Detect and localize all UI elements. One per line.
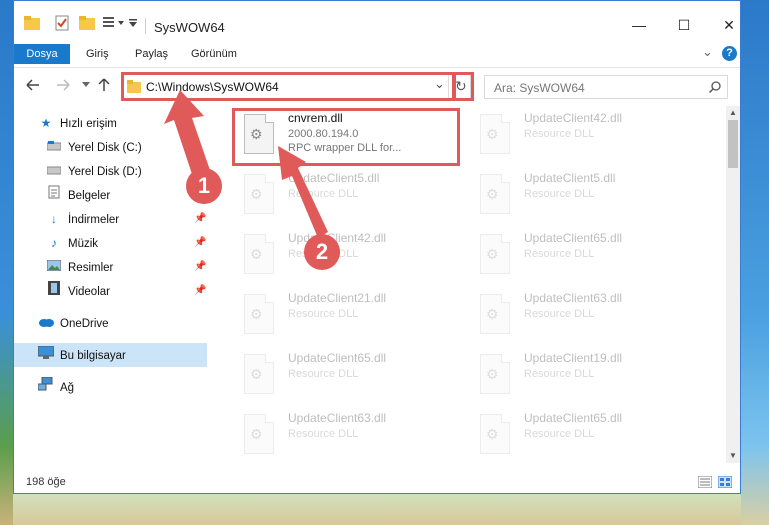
arrow-2 [278, 146, 328, 238]
step-1-badge: 1 [186, 168, 222, 204]
arrow-1 [164, 90, 212, 180]
step-2-badge: 2 [304, 234, 340, 270]
annotation-arrows [164, 90, 328, 238]
